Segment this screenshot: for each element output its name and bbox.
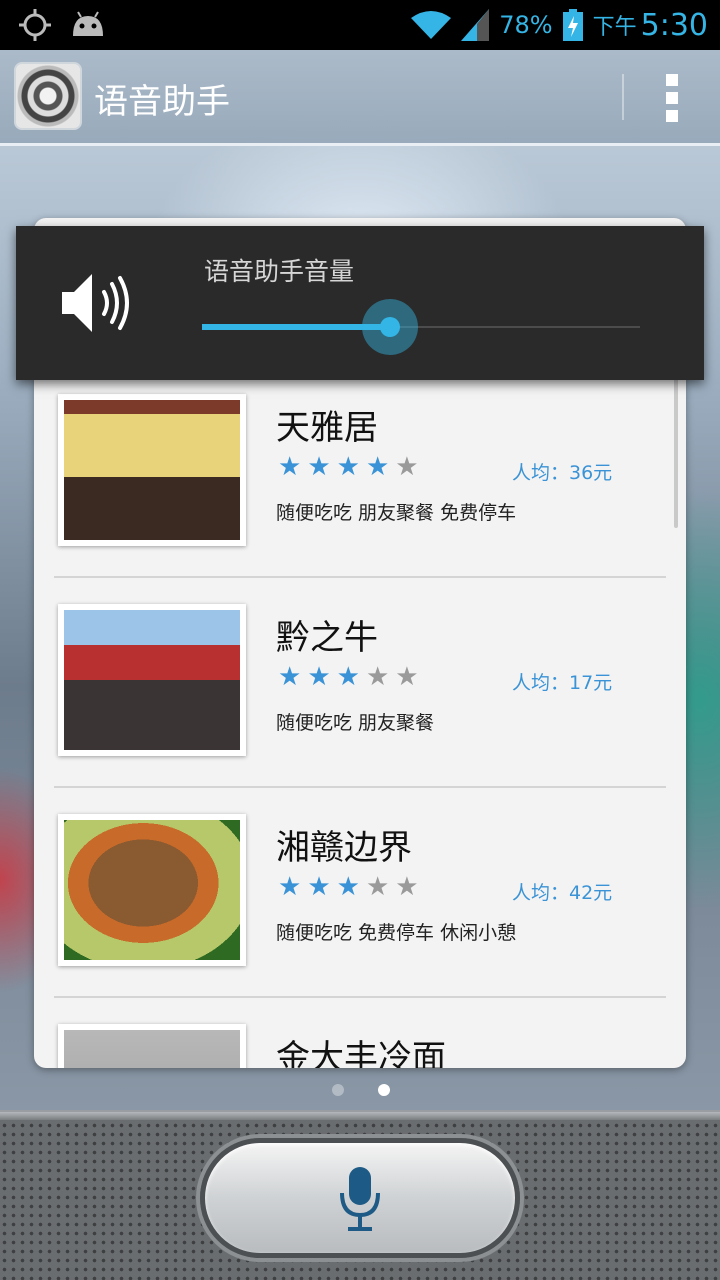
battery-percent: 78%: [499, 11, 553, 39]
restaurant-name: 天雅居: [276, 408, 378, 448]
status-bar: 78% 下午 5:30: [0, 0, 720, 50]
android-icon: [73, 11, 103, 36]
action-bar: 语音助手: [0, 50, 720, 146]
star-empty-icon: ★: [395, 872, 419, 902]
star-empty-icon: ★: [365, 872, 390, 902]
overflow-menu-icon[interactable]: [662, 74, 682, 122]
star-filled-icon: ★: [307, 872, 331, 902]
rating-stars: ★ ★ ★ ★ ★: [278, 664, 419, 690]
restaurant-photo: [58, 604, 246, 756]
restaurant-tags: 随便吃吃 免费停车 休闲小憩: [276, 922, 517, 944]
average-price: 人均：42元: [512, 882, 613, 904]
star-filled-icon: ★: [336, 452, 360, 482]
speaker-panel-edge: [0, 1112, 720, 1120]
star-filled-icon: ★: [307, 452, 331, 482]
mic-button[interactable]: [200, 1138, 520, 1258]
action-bar-divider: [622, 74, 624, 120]
divider: [54, 996, 666, 998]
clock: 5:30: [640, 7, 708, 43]
page-indicator: [332, 1084, 390, 1096]
star-filled-icon: ★: [278, 872, 302, 902]
restaurant-name: 湘赣边界: [276, 828, 412, 868]
star-empty-icon: ★: [395, 662, 419, 692]
list-item[interactable]: 湘赣边界 ★ ★ ★ ★ ★ 人均：42元 随便吃吃 免费停车 休闲小憩: [34, 814, 686, 1024]
restaurant-photo: [58, 394, 246, 546]
volume-panel: 语音助手音量: [16, 226, 704, 380]
volume-label: 语音助手音量: [204, 257, 355, 286]
page-dot[interactable]: [332, 1084, 344, 1096]
microphone-icon: [340, 1167, 380, 1231]
star-empty-icon: ★: [365, 662, 390, 692]
list-item[interactable]: 黔之牛 ★ ★ ★ ★ ★ 人均：17元 随便吃吃 朋友聚餐: [34, 604, 686, 814]
rating-stars: ★ ★ ★ ★ ★: [278, 874, 419, 900]
star-filled-icon: ★: [307, 662, 331, 692]
time-period: 下午: [592, 15, 637, 40]
star-filled-icon: ★: [278, 662, 302, 692]
star-filled-icon: ★: [278, 452, 302, 482]
speaker-volume-icon: [62, 274, 129, 332]
volume-slider-thumb[interactable]: [362, 299, 419, 355]
rating-stars: ★ ★ ★ ★ ★: [278, 454, 419, 480]
signal-icon: [461, 9, 490, 41]
star-empty-icon: ★: [395, 452, 419, 482]
divider: [54, 786, 666, 788]
page-dot-current[interactable]: [378, 1084, 390, 1096]
star-filled-icon: ★: [336, 872, 360, 902]
gps-icon: [19, 9, 51, 41]
battery-charging-icon: [562, 9, 583, 41]
restaurant-photo: [58, 1024, 246, 1068]
restaurant-name: 金大丰冷面: [276, 1038, 446, 1068]
star-filled-icon: ★: [365, 452, 390, 482]
restaurant-tags: 随便吃吃 朋友聚餐 免费停车: [276, 502, 517, 524]
list-item[interactable]: 天雅居 ★ ★ ★ ★ ★ 人均：36元 随便吃吃 朋友聚餐 免费停车: [34, 394, 686, 604]
app-logo-icon[interactable]: [14, 62, 82, 130]
wifi-icon: [411, 11, 452, 39]
restaurant-name: 黔之牛: [276, 618, 378, 658]
divider: [54, 576, 666, 578]
average-price: 人均：17元: [512, 672, 613, 694]
app-title: 语音助手: [94, 82, 230, 122]
restaurant-tags: 随便吃吃 朋友聚餐: [276, 712, 435, 734]
restaurant-photo: [58, 814, 246, 966]
list-item[interactable]: 金大丰冷面: [34, 1024, 686, 1068]
speaker-panel: [0, 1110, 720, 1280]
average-price: 人均：36元: [512, 462, 613, 484]
star-filled-icon: ★: [336, 662, 360, 692]
